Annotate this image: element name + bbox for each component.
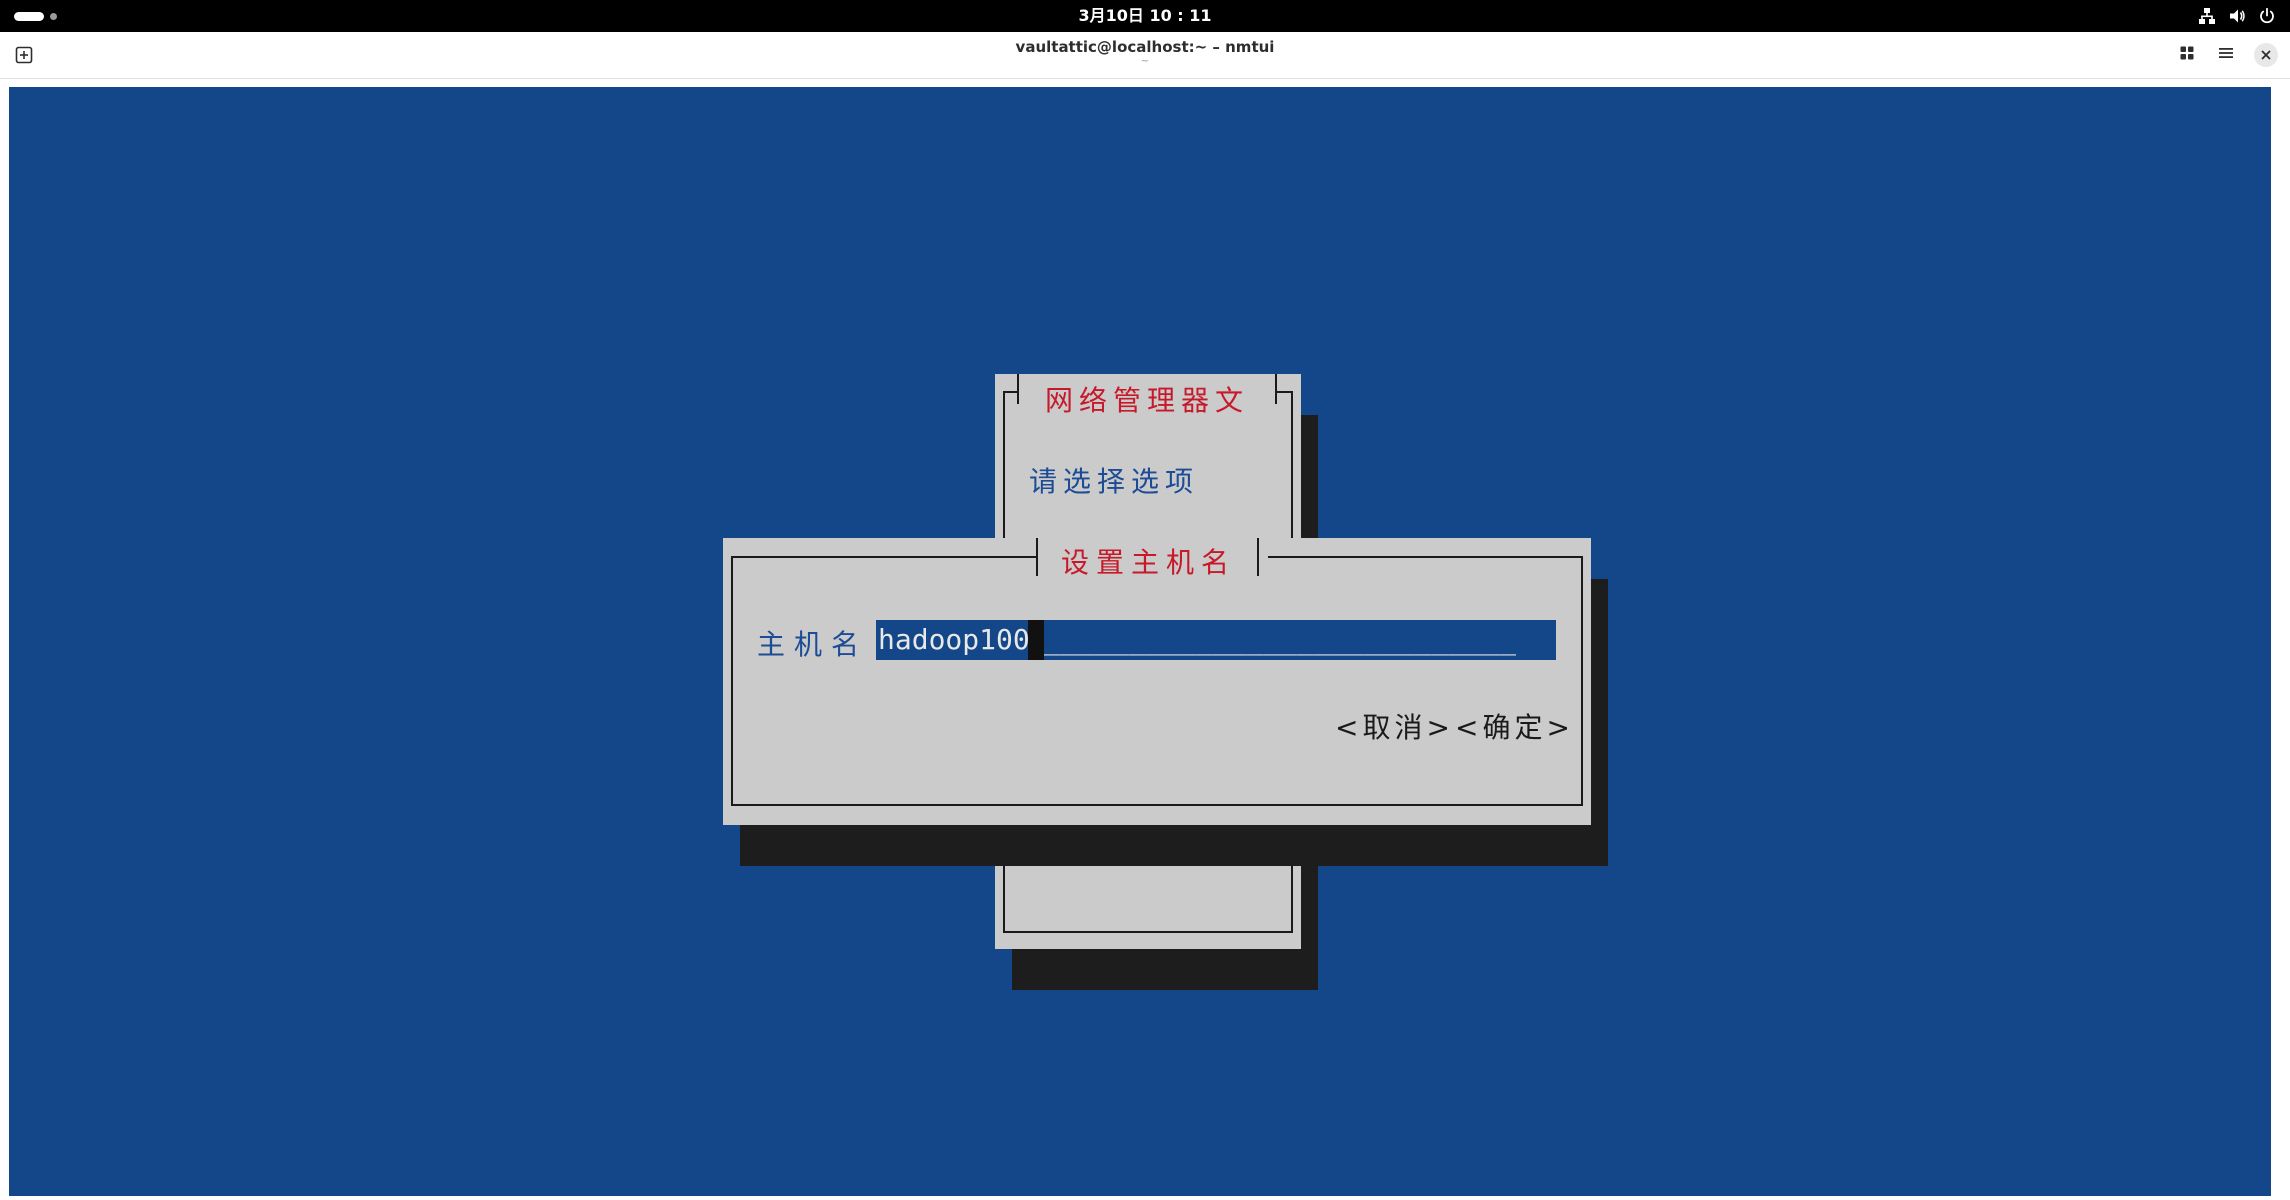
view-grid-button[interactable] [2175, 43, 2199, 67]
workspace-inactive-indicator [50, 13, 57, 20]
workspace-active-indicator [14, 12, 44, 21]
window-subtitle: ~ [1140, 56, 1150, 67]
terminal-header-bar: vaultattic@localhost:~ – nmtui ~ [0, 32, 2290, 79]
background-dialog-prompt: 请选择选项 [1029, 465, 1200, 498]
main-menu-button[interactable] [2214, 43, 2238, 67]
hostname-input[interactable]: hadoop100 ____________________________ [876, 620, 1556, 660]
hostname-field-label: 主机名 [757, 628, 869, 661]
hostname-title-bracket-left [1036, 538, 1038, 576]
window-subtitle-container: ~ [0, 56, 2290, 67]
window-title: vaultattic@localhost:~ – nmtui [1015, 38, 1275, 56]
activities-indicator[interactable] [14, 12, 57, 21]
background-dialog-title: 网络管理器文 [1045, 379, 1250, 419]
hostname-dialog-title: 设置主机名 [1061, 546, 1237, 579]
window-title-container: vaultattic@localhost:~ – nmtui [0, 38, 2290, 56]
text-cursor [1028, 620, 1044, 660]
background-dialog-border-top-left [1003, 391, 1017, 393]
power-icon [2258, 7, 2276, 25]
background-title-bracket-right [1275, 374, 1277, 404]
hostname-dialog-border [731, 556, 1583, 806]
volume-icon [2228, 7, 2246, 25]
close-icon [2260, 46, 2272, 65]
clock[interactable]: 3月10日 10 : 11 [1078, 6, 1211, 25]
view-grid-icon [2179, 45, 2195, 65]
hamburger-menu-icon [2218, 45, 2234, 65]
background-dialog-border-top-right [1277, 391, 1293, 393]
hostname-input-value: hadoop100 [878, 623, 1030, 656]
background-title-bracket-left [1017, 374, 1019, 404]
system-tray[interactable] [2198, 0, 2276, 32]
cancel-button[interactable]: <取消> [1335, 706, 1454, 746]
hostname-title-bracket-right [1257, 538, 1259, 576]
close-window-button[interactable] [2254, 43, 2278, 67]
system-top-bar: 3月10日 10 : 11 [0, 0, 2290, 32]
clock-container: 3月10日 10 : 11 [0, 0, 2290, 32]
background-dialog-border-bottom [1003, 931, 1293, 933]
hostname-input-fill: ____________________________ [1044, 623, 1517, 656]
terminal-screen[interactable]: 网络管理器文 请选择选项 设置主机名 主机名 hadoop100 _______… [9, 87, 2271, 1196]
new-tab-icon[interactable] [14, 45, 34, 65]
network-wired-icon [2198, 7, 2216, 25]
ok-button[interactable]: <确定> [1455, 706, 1574, 746]
